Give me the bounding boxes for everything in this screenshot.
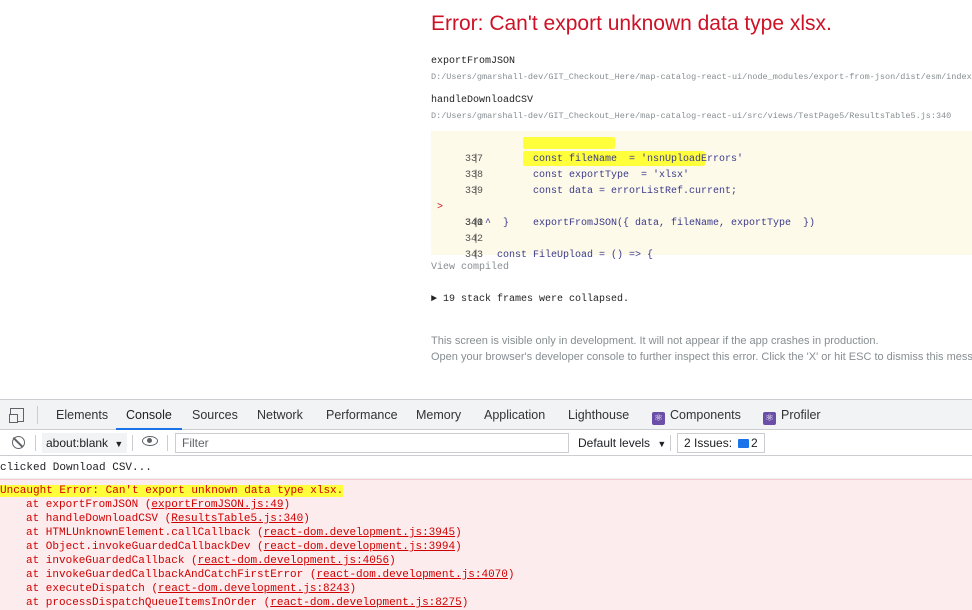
source-link[interactable]: react-dom.development.js:3945 — [264, 527, 455, 539]
log-levels-dropdown[interactable]: Default levels ▼ — [578, 433, 666, 453]
react-icon: ⚛ — [652, 412, 665, 425]
stack-trace-line: at exportFromJSON (exportFromJSON.js:49) — [26, 499, 291, 511]
stack-trace-line: at invokeGuardedCallbackAndCatchFirstErr… — [26, 569, 515, 581]
error-title: Error: Can't export unknown data type xl… — [431, 12, 832, 35]
chevron-down-icon: ▼ — [657, 439, 667, 449]
stack-frame-path[interactable]: D:/Users/gmarshall-dev/GIT_Checkout_Here… — [431, 111, 951, 121]
tab-profiler[interactable]: ⚛ Profiler — [763, 400, 821, 430]
stack-trace-line: at executeDispatch (react-dom.developmen… — [26, 583, 357, 595]
code-snippet: 337 | const fileName = 'nsnUploadErrors' … — [431, 131, 972, 261]
toolbar-divider — [670, 435, 671, 451]
clear-console-icon[interactable] — [12, 436, 25, 449]
stack-trace-line: at handleDownloadCSV (ResultsTable5.js:3… — [26, 513, 310, 525]
tab-components-label: Components — [670, 408, 741, 422]
tab-divider — [37, 406, 38, 424]
code-line: 337 | const fileName = 'nsnUploadErrors' — [464, 154, 744, 165]
tab-memory[interactable]: Memory — [416, 400, 461, 430]
stack-frame-function: exportFromJSON — [431, 56, 516, 67]
react-icon: ⚛ — [763, 412, 776, 425]
tab-console[interactable]: Console — [116, 400, 182, 430]
context-selector-value: about:blank — [46, 436, 109, 450]
tab-components[interactable]: ⚛ Components — [652, 400, 741, 430]
live-expression-eye-icon[interactable] — [142, 436, 158, 446]
highlight-mark — [523, 137, 615, 149]
stack-frame-function: handleDownloadCSV — [431, 95, 534, 106]
stack-trace-line: at Object.invokeGuardedCallbackDev (reac… — [26, 541, 462, 553]
devtools-panel: Elements Console Sources Network Perform… — [0, 399, 972, 610]
chevron-down-icon: ▼ — [114, 439, 124, 449]
source-link[interactable]: react-dom.development.js:8243 — [158, 583, 349, 595]
source-link[interactable]: react-dom.development.js:3994 — [264, 541, 455, 553]
code-line: 342 | — [464, 234, 483, 245]
collapsed-frames-toggle[interactable]: ► 19 stack frames were collapsed. — [431, 294, 629, 305]
issues-button[interactable]: 2 Issues: 2 — [677, 433, 765, 453]
tab-network[interactable]: Network — [257, 400, 303, 430]
stack-trace-line: at HTMLUnknownElement.callCallback (reac… — [26, 527, 462, 539]
console-toolbar: about:blank ▼ Default levels ▼ 2 Issues:… — [0, 430, 972, 456]
toolbar-divider — [132, 435, 133, 451]
console-hint-note: Open your browser's developer console to… — [431, 351, 972, 363]
code-line: 339 | const data = errorListRef.current; — [464, 186, 738, 197]
tab-elements[interactable]: Elements — [56, 400, 108, 430]
tab-performance[interactable]: Performance — [326, 400, 398, 430]
console-output: clicked Download CSV... Uncaught Error: … — [0, 457, 972, 610]
console-error-entry: Uncaught Error: Can't export unknown dat… — [0, 479, 972, 610]
log-levels-label: Default levels — [578, 436, 651, 450]
source-link[interactable]: ResultsTable5.js:340 — [171, 513, 303, 525]
source-link[interactable]: react-dom.development.js:4056 — [198, 555, 389, 567]
code-line: 338 | const exportType = 'xlsx' — [464, 170, 690, 181]
source-link[interactable]: react-dom.development.js:8275 — [270, 597, 461, 609]
toolbar-divider — [167, 435, 168, 451]
issues-count: 2 — [751, 436, 758, 450]
stack-frame-path[interactable]: D:/Users/gmarshall-dev/GIT_Checkout_Here… — [431, 72, 972, 82]
device-toolbar-icon[interactable] — [9, 408, 24, 423]
context-selector[interactable]: about:blank ▼ — [42, 433, 128, 453]
stack-trace-line: at processDispatchQueueItemsInOrder (rea… — [26, 597, 469, 609]
source-link[interactable]: react-dom.development.js:4070 — [316, 569, 507, 581]
tab-profiler-label: Profiler — [781, 408, 821, 422]
tab-application[interactable]: Application — [484, 400, 545, 430]
message-icon — [738, 439, 750, 448]
code-line: 343 | const FileUpload = () => { — [464, 250, 654, 261]
devtools-tab-bar: Elements Console Sources Network Perform… — [0, 400, 972, 430]
error-message: Uncaught Error: Can't export unknown dat… — [0, 485, 344, 497]
tab-sources[interactable]: Sources — [192, 400, 238, 430]
dev-only-note: This screen is visible only in developme… — [431, 335, 879, 347]
console-log-message: clicked Download CSV... — [0, 457, 972, 479]
error-overlay: Error: Can't export unknown data type xl… — [0, 0, 972, 399]
code-line-active: > 340 | exportFromJSON({ data, fileName, … — [437, 202, 816, 229]
tab-lighthouse[interactable]: Lighthouse — [568, 400, 629, 430]
stack-trace-line: at invokeGuardedCallback (react-dom.deve… — [26, 555, 396, 567]
toolbar-divider — [35, 435, 36, 451]
view-compiled-link[interactable]: View compiled — [431, 262, 509, 273]
code-line: 341 | ^ } — [464, 218, 510, 229]
source-link[interactable]: exportFromJSON.js:49 — [151, 499, 283, 511]
console-filter-input[interactable] — [175, 433, 569, 453]
issues-label: 2 Issues: — [684, 436, 733, 450]
